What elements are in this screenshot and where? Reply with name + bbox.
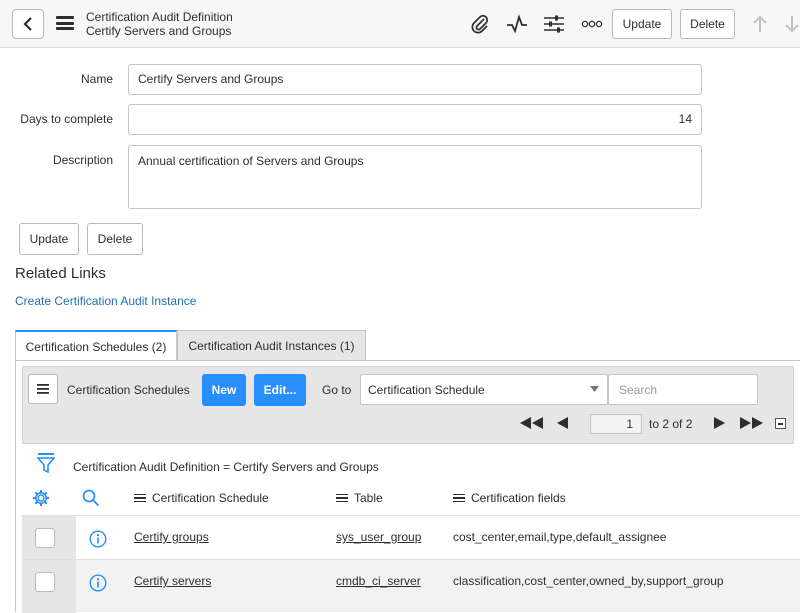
table-row: Certify servers cmdb_ci_server classific… bbox=[22, 559, 800, 613]
related-links-title: Related Links bbox=[15, 265, 106, 282]
create-audit-instance-link[interactable]: Create Certification Audit Instance bbox=[15, 294, 196, 308]
collapse-icon[interactable] bbox=[775, 418, 786, 429]
column-header-label: Table bbox=[354, 491, 383, 505]
description-field[interactable]: Annual certification of Servers and Grou… bbox=[128, 145, 702, 209]
hamburger-menu-icon[interactable] bbox=[56, 16, 74, 30]
update-button[interactable]: Update bbox=[19, 223, 79, 255]
first-page-icon[interactable] bbox=[520, 417, 544, 432]
search-input[interactable]: Search bbox=[608, 374, 758, 405]
filter-breadcrumb[interactable]: Certification Audit Definition = Certify… bbox=[73, 460, 379, 474]
row-checkbox[interactable] bbox=[35, 528, 55, 548]
column-header-table[interactable]: Table bbox=[336, 491, 383, 505]
name-label: Name bbox=[80, 72, 113, 86]
column-menu-icon bbox=[453, 493, 465, 503]
header-delete-button[interactable]: Delete bbox=[680, 9, 735, 39]
form-header: Certification Audit Definition Certify S… bbox=[0, 0, 800, 48]
tab-certification-schedules[interactable]: Certification Schedules (2) bbox=[15, 330, 177, 361]
row-select-cell bbox=[22, 560, 76, 613]
search-icon[interactable] bbox=[82, 489, 100, 510]
next-page-icon[interactable] bbox=[714, 417, 725, 432]
description-label: Description bbox=[52, 153, 113, 167]
column-menu-icon bbox=[336, 493, 348, 503]
arrow-down-icon[interactable] bbox=[780, 12, 800, 36]
table-link[interactable]: cmdb_ci_server bbox=[336, 574, 421, 588]
row-select-cell bbox=[22, 516, 76, 560]
header-title: Certification Audit Definition bbox=[86, 10, 233, 24]
arrow-up-icon[interactable] bbox=[748, 12, 772, 36]
chevron-left-icon bbox=[23, 17, 32, 31]
header-update-button[interactable]: Update bbox=[612, 9, 672, 39]
more-options-icon[interactable] bbox=[580, 12, 604, 36]
goto-select-value: Certification Schedule bbox=[368, 383, 485, 397]
paperclip-icon[interactable] bbox=[468, 12, 492, 36]
last-page-icon[interactable] bbox=[740, 417, 764, 432]
edit-button[interactable]: Edit... bbox=[254, 374, 306, 406]
personalize-list-gear-icon[interactable] bbox=[32, 489, 50, 510]
header-subtitle: Certify Servers and Groups bbox=[86, 24, 232, 38]
column-header-schedule[interactable]: Certification Schedule bbox=[134, 491, 269, 505]
fields-cell: cost_center,email,type,default_assignee bbox=[453, 530, 667, 544]
table-row: Certify groups sys_user_group cost_cente… bbox=[22, 515, 800, 560]
dropdown-caret-icon bbox=[590, 386, 599, 392]
goto-select[interactable]: Certification Schedule bbox=[360, 374, 608, 405]
header-titles: Certification Audit Definition Certify S… bbox=[86, 10, 233, 38]
schedule-link[interactable]: Certify servers bbox=[134, 574, 211, 588]
row-checkbox[interactable] bbox=[35, 572, 55, 592]
info-icon[interactable] bbox=[89, 574, 107, 592]
column-header-label: Certification Schedule bbox=[152, 491, 269, 505]
info-icon[interactable] bbox=[89, 530, 107, 548]
column-menu-icon bbox=[134, 493, 146, 503]
hamburger-icon bbox=[37, 384, 49, 394]
column-header-label: Certification fields bbox=[471, 491, 566, 505]
column-header-fields[interactable]: Certification fields bbox=[453, 491, 566, 505]
back-button[interactable] bbox=[12, 9, 44, 39]
settings-sliders-icon[interactable] bbox=[542, 12, 566, 36]
new-button[interactable]: New bbox=[202, 374, 246, 406]
page-number-input[interactable]: 1 bbox=[590, 414, 642, 434]
schedule-link[interactable]: Certify groups bbox=[134, 530, 209, 544]
list-menu-button[interactable] bbox=[28, 374, 58, 404]
delete-button[interactable]: Delete bbox=[87, 223, 143, 255]
prev-page-icon[interactable] bbox=[557, 417, 568, 432]
days-to-complete-field[interactable]: 14 bbox=[128, 104, 702, 135]
goto-label: Go to bbox=[322, 383, 352, 397]
days-to-complete-label: Days to complete bbox=[20, 112, 113, 126]
activity-icon[interactable] bbox=[505, 12, 529, 36]
table-link[interactable]: sys_user_group bbox=[336, 530, 421, 544]
list-title: Certification Schedules bbox=[67, 383, 190, 397]
name-field[interactable]: Certify Servers and Groups bbox=[128, 64, 702, 95]
fields-cell: classification,cost_center,owned_by,supp… bbox=[453, 574, 724, 588]
filter-funnel-icon[interactable] bbox=[36, 453, 56, 476]
tab-certification-audit-instances[interactable]: Certification Audit Instances (1) bbox=[177, 330, 366, 361]
page-total: to 2 of 2 bbox=[649, 417, 693, 431]
